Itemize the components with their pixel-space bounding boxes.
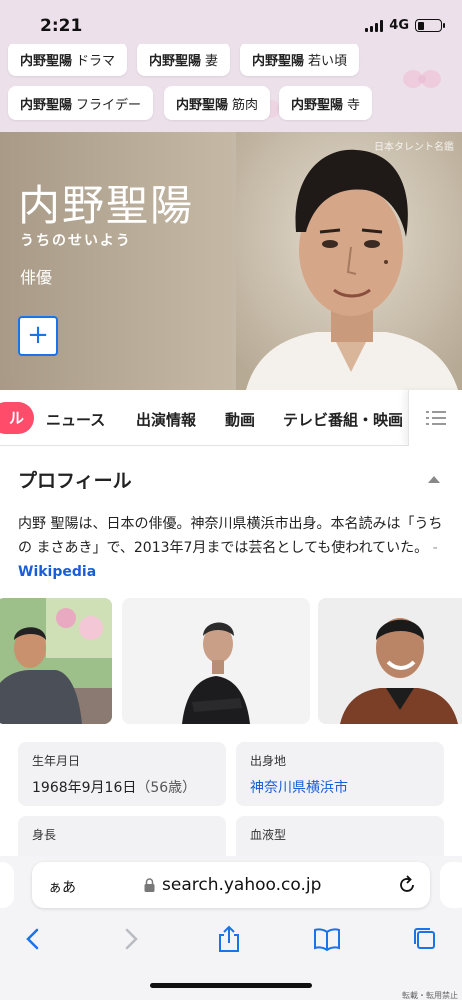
person-photo[interactable]	[236, 132, 462, 390]
share-icon[interactable]	[214, 924, 244, 954]
birthplace-link[interactable]: 神奈川県横浜市	[250, 777, 430, 797]
home-indicator[interactable]	[150, 983, 312, 988]
name-reading: うちのせいよう	[20, 233, 132, 249]
tab-appearances[interactable]: 出演情報	[136, 409, 196, 430]
tab-menu-button[interactable]	[408, 390, 462, 446]
text-size-button[interactable]: ぁあ	[48, 877, 76, 897]
address-bar[interactable]: ぁあ search.yahoo.co.jp	[32, 862, 430, 908]
forward-icon[interactable]	[116, 924, 146, 954]
url-text[interactable]: search.yahoo.co.jp	[162, 875, 321, 895]
person-hero: 日本タレント名鑑 内野聖陽 うちのせいよう 俳優 +	[0, 132, 462, 390]
suggestion-chip[interactable]: 内野聖陽寺	[279, 86, 373, 120]
back-icon[interactable]	[18, 924, 48, 954]
profile-section: プロフィール 内野 聖陽は、日本の俳優。神奈川県横浜市出身。本名読みは「うちの …	[0, 446, 462, 880]
ribbon-decoration-icon	[403, 70, 441, 88]
bookmarks-icon[interactable]	[312, 924, 342, 954]
occupation: 俳優	[20, 268, 53, 287]
browser-address-area: ぁあ search.yahoo.co.jp	[0, 856, 462, 916]
category-tabs: ル ニュース 出演情報 動画 テレビ番組・映画	[0, 390, 462, 446]
suggestion-chip[interactable]: 内野聖陽 ドラマ	[8, 44, 128, 76]
status-indicators: 4G	[365, 18, 445, 33]
profile-description: 内野 聖陽は、日本の俳優。神奈川県横浜市出身。本名読みは「うちの まさあき」で、…	[18, 516, 443, 580]
tab-news[interactable]: ニュース	[46, 409, 105, 430]
lock-icon	[144, 878, 155, 892]
tab-tv-movies[interactable]: テレビ番組・映画	[283, 409, 403, 430]
next-tab-preview[interactable]	[440, 862, 462, 908]
photo-thumbnail[interactable]	[122, 598, 310, 724]
reload-icon[interactable]	[396, 874, 418, 896]
signal-icon	[365, 19, 384, 32]
suggestion-chip[interactable]: 内野聖陽 筋肉	[164, 86, 271, 120]
list-icon	[426, 411, 446, 425]
photo-thumbnail[interactable]	[318, 598, 462, 724]
status-bar: 2:21 4G	[0, 0, 462, 44]
copyright-note: 転載・転用禁止	[402, 991, 458, 1000]
fact-birthdate: 生年月日 1968年9月16日（56歳）	[18, 742, 226, 806]
suggestion-chip[interactable]: 内野聖陽妻	[137, 44, 231, 76]
network-type: 4G	[389, 18, 409, 33]
tabs-icon[interactable]	[410, 924, 440, 954]
wikipedia-link[interactable]: Wikipedia	[18, 564, 96, 580]
previous-tab-preview[interactable]	[0, 862, 14, 908]
tab-active[interactable]: ル	[0, 402, 34, 434]
battery-icon	[415, 19, 445, 32]
add-button[interactable]: +	[18, 316, 58, 356]
suggestion-chip[interactable]: 内野聖陽 若い頃	[240, 44, 360, 76]
suggestion-chip[interactable]: 内野聖陽 フライデー	[8, 86, 154, 120]
tab-videos[interactable]: 動画	[225, 409, 255, 430]
status-time: 2:21	[40, 16, 83, 36]
collapse-caret-icon[interactable]	[428, 476, 440, 483]
profile-heading: プロフィール	[18, 470, 132, 492]
photo-thumbnail[interactable]	[0, 598, 112, 724]
related-searches: 内野聖陽 ドラマ 内野聖陽妻 内野聖陽 若い頃 内野聖陽 フライデー 内野聖陽 筋肉 内…	[0, 44, 462, 132]
photo-credit: 日本タレント名鑑	[374, 142, 454, 153]
fact-birthplace: 出身地 神奈川県横浜市	[236, 742, 444, 806]
person-name: 内野聖陽	[18, 181, 195, 230]
